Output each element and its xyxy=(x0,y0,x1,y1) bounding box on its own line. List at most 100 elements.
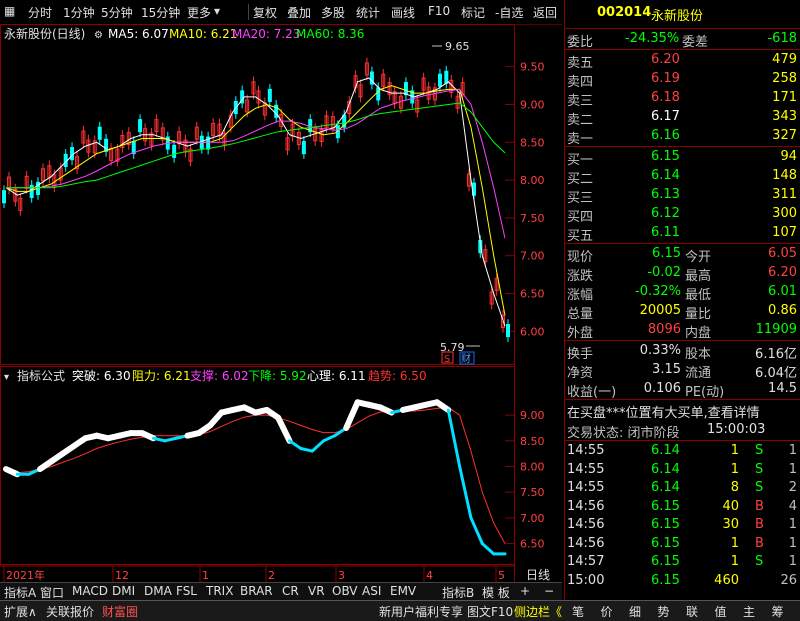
right-panel-tab[interactable]: 联 xyxy=(686,603,698,620)
wealth-circle-button[interactable]: 财富圈 xyxy=(102,603,138,620)
sell-row: 卖四 6.19 258 xyxy=(565,70,800,90)
indicator-tab[interactable]: 指标A xyxy=(4,584,36,601)
fund-value: 3.15 xyxy=(652,362,681,377)
toolbar-more[interactable]: 更多 xyxy=(187,4,211,21)
tick-time: 14:57 xyxy=(567,554,605,569)
stat-label: 总量 xyxy=(567,307,594,322)
big-order-notice[interactable]: 在买盘***位置有大买单,查看详情 xyxy=(565,401,800,421)
toolbar-multi-stock[interactable]: 多股 xyxy=(321,4,345,21)
stat-row: 涨跌 -0.02 最高 6.20 xyxy=(565,264,800,284)
toolbar-statistics[interactable]: 统计 xyxy=(356,4,380,21)
tick-side: S xyxy=(755,443,764,458)
indicator-breakout-segment xyxy=(299,447,314,453)
weicha-label: 委差 xyxy=(682,35,709,50)
right-panel-tab[interactable]: 价 xyxy=(601,603,613,620)
y-tick-label: 8.00 xyxy=(520,174,545,187)
time-tick-label: 2 xyxy=(268,569,275,582)
indicator-tab[interactable]: 窗口 xyxy=(40,584,64,601)
indicator-tab[interactable]: VR xyxy=(308,584,325,598)
indicator-tab[interactable]: − xyxy=(544,584,554,598)
notice-text[interactable]: 在买盘***位置有大买单,查看详情 xyxy=(567,402,760,421)
toolbar-intraday[interactable]: 分时 xyxy=(28,4,52,21)
sell-price: 6.17 xyxy=(651,109,680,124)
gear-icon[interactable]: ⚙ xyxy=(94,30,103,41)
indicator-tab[interactable]: MACD xyxy=(72,584,108,598)
toolbar-f10[interactable]: F10 xyxy=(428,4,450,18)
buy-price: 6.14 xyxy=(651,168,680,183)
high-price-label: 9.65 xyxy=(445,40,470,53)
tick-time: 15:00 xyxy=(567,572,605,588)
expand-button[interactable]: 扩展∧ xyxy=(4,603,37,620)
buy-level-label: 买二 xyxy=(567,172,594,187)
y-tick-label: 6.50 xyxy=(520,538,545,551)
toolbar-mark[interactable]: 标记 xyxy=(461,4,485,21)
tick-count: 1 xyxy=(788,443,797,458)
toolbar-menu-icon[interactable]: ▦ xyxy=(4,4,15,18)
indicator-tab[interactable]: 指标B xyxy=(442,584,474,601)
candle-body xyxy=(138,119,143,133)
tick-price: 6.15 xyxy=(651,554,680,569)
toolbar-1min[interactable]: 1分钟 xyxy=(63,4,95,21)
right-panel-tab[interactable]: 主 xyxy=(743,603,755,620)
new-user-benefit-link[interactable]: 新用户福利专享 xyxy=(379,603,463,620)
right-panel-tab[interactable]: 值 xyxy=(715,603,727,620)
indicator-tab[interactable]: FSL xyxy=(176,584,197,598)
related-quotes-button[interactable]: 关联报价 xyxy=(46,603,94,620)
sell-volume: 479 xyxy=(772,52,797,67)
indicator-tab[interactable]: ASI xyxy=(362,584,381,598)
time-tick-label: 5 xyxy=(498,569,505,582)
right-panel-tab[interactable]: 势 xyxy=(658,603,670,620)
chevron-down-icon[interactable]: ▾ xyxy=(4,372,9,383)
fund-label: 换手 xyxy=(567,347,594,362)
indicator-tab[interactable]: CR xyxy=(282,584,299,598)
graphic-f10-button[interactable]: 图文F10 xyxy=(467,603,513,620)
candle-body xyxy=(444,70,449,84)
indicator-tab[interactable]: TRIX xyxy=(206,584,233,598)
indicator-tab[interactable]: BRAR xyxy=(240,584,273,598)
ma10-label: MA10: 6.21 xyxy=(169,27,237,41)
indicator-tab[interactable]: 模 板 xyxy=(482,584,510,601)
toolbar-restore-rights[interactable]: 复权 xyxy=(253,4,277,21)
indicator-breakout-segment xyxy=(310,439,326,453)
toolbar-5min[interactable]: 5分钟 xyxy=(101,4,133,21)
right-panel-tab[interactable]: 筹 xyxy=(772,603,784,620)
ind-resistance-label: 阻力: 6.21 xyxy=(132,369,191,383)
chevron-down-icon[interactable]: ▾ xyxy=(214,4,220,18)
tick-price: 6.14 xyxy=(651,461,680,477)
tick-volume: 40 xyxy=(722,498,739,514)
tick-side: B xyxy=(755,517,764,532)
period-label[interactable]: 日线 xyxy=(526,568,550,582)
sidebar-toggle-button[interactable]: 侧边栏《 xyxy=(514,603,562,620)
indicator-tab[interactable]: OBV xyxy=(332,584,358,598)
divider xyxy=(565,28,800,29)
ind-support-label: 支撑: 6.02 xyxy=(190,368,249,383)
trade-status-time: 15:00:03 xyxy=(707,422,766,437)
indicator-tab[interactable]: DMI xyxy=(112,584,135,598)
buy-level-label: 买三 xyxy=(567,191,594,206)
ma20-label: MA20: 7.23 xyxy=(232,27,300,41)
ma-line-ma10 xyxy=(5,85,506,316)
indicator-tab[interactable]: + xyxy=(520,584,530,598)
y-tick-label: 6.00 xyxy=(520,325,545,338)
indicator-tab[interactable]: DMA xyxy=(144,584,172,598)
y-tick-label: 9.50 xyxy=(520,61,545,74)
toolbar-back[interactable]: 返回 xyxy=(533,4,557,21)
toolbar-overlay[interactable]: 叠加 xyxy=(287,4,311,21)
indicator-tab[interactable]: EMV xyxy=(390,584,416,598)
right-panel-tab[interactable]: 细 xyxy=(629,603,641,620)
quote-panel: 002014 永新股份 委比 -24.35% 委差 -618 卖五 6.20 479… xyxy=(564,0,800,600)
chart-toolbar: ▦ 分时 1分钟 5分钟 15分钟 更多 ▾ 复权 叠加 多股 统计 画线 F1… xyxy=(0,0,562,25)
tick-row: 15:00 6.15 460 26 xyxy=(565,572,800,591)
right-panel-tab[interactable]: 笔 xyxy=(572,603,584,620)
toolbar-15min[interactable]: 15分钟 xyxy=(141,4,180,21)
tick-side: S xyxy=(755,461,764,477)
kline-chart[interactable]: 9.50 9.00 8.50 8.00 7.50 7.00 6.50 6.00 9.00 8.5… xyxy=(0,24,562,582)
stat-value: 11909 xyxy=(755,322,797,337)
tick-side: S xyxy=(755,554,764,569)
toolbar-add-watchlist[interactable]: -自选 xyxy=(495,4,523,21)
stat-label: 涨幅 xyxy=(567,288,594,303)
sell-volume: 171 xyxy=(772,90,797,105)
tick-row: 14:56 6.15 1 B 1 xyxy=(565,535,800,554)
toolbar-draw-line[interactable]: 画线 xyxy=(391,4,415,21)
trade-status-label: 交易状态: 闭市阶段 xyxy=(567,426,680,441)
